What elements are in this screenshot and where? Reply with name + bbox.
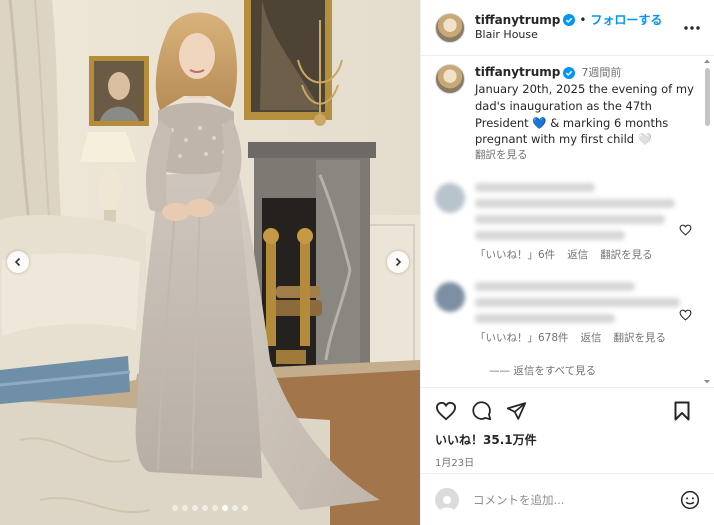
post-photo [0,0,420,525]
post-actions: いいね！35.1万件 1月23日 [421,387,714,525]
blurred-comment-text [475,215,665,225]
carousel-dot [232,505,238,511]
previous-slide-button[interactable] [7,251,29,273]
caption-timestamp[interactable]: 7週間前 [581,65,621,81]
blurred-comment-text [475,199,675,209]
smiley-icon [680,490,700,509]
current-user-avatar [435,487,459,512]
heart-icon [435,401,457,420]
comment-likes-count[interactable]: 「いいね！」678件 [475,330,569,345]
author-avatar[interactable] [435,12,465,43]
scroll-down-icon [704,380,710,384]
emoji-button[interactable] [680,490,700,510]
carousel-dot [222,505,228,511]
user-silhouette-icon [439,495,455,512]
scrollbar-thumb[interactable] [705,68,710,126]
commenter-avatar[interactable] [435,282,465,313]
comment-item: 「いいね！」6件 返信 翻訳を見る [435,183,714,262]
carousel-dot [242,505,248,511]
carousel-dot [192,505,198,511]
location-link[interactable]: Blair House [475,28,682,42]
instagram-post: tiffanytrump • フォローする Blair House tiffan… [0,0,714,525]
commenter-avatar[interactable] [435,183,465,214]
bookmark-icon [674,401,690,420]
post-date[interactable]: 1月23日 [435,454,700,469]
blurred-comment-text [475,282,635,292]
post-caption: tiffanytrump 7週間前 January 20th, 2025 the… [435,64,714,163]
caption-text: January 20th, 2025 the evening of my dad… [475,82,694,147]
share-button[interactable] [506,401,527,421]
chevron-right-icon [395,257,402,267]
next-slide-button[interactable] [387,251,409,273]
caption-username[interactable]: tiffanytrump [475,64,560,81]
blurred-comment-text [475,183,595,193]
add-comment-bar [421,473,714,525]
chevron-left-icon [14,257,21,267]
more-options-button[interactable] [682,18,702,38]
comment-button[interactable] [471,400,492,421]
verified-badge-icon [563,66,576,79]
comment-translate-link[interactable]: 翻訳を見る [600,247,653,262]
carousel-dot [212,505,218,511]
blurred-comment-text [475,231,625,241]
post-side-panel: tiffanytrump • フォローする Blair House tiffan… [420,0,714,525]
caption-translate-link[interactable]: 翻訳を見る [475,148,695,163]
comment-translate-link[interactable]: 翻訳を見る [614,330,667,345]
caption-author-avatar[interactable] [435,64,465,94]
carousel-dot [202,505,208,511]
comment-icon [472,401,492,421]
like-button[interactable] [435,401,457,421]
carousel-indicator [0,505,420,511]
comment-item: 「いいね！」678件 返信 翻訳を見る [435,282,714,345]
comment-reply-button[interactable]: 返信 [581,330,602,345]
comments-list[interactable]: tiffanytrump 7週間前 January 20th, 2025 the… [421,56,714,387]
carousel-dot [182,505,188,511]
comment-likes-count[interactable]: 「いいね！」6件 [475,247,555,262]
author-username[interactable]: tiffanytrump [475,13,560,29]
post-media[interactable] [0,0,420,525]
paper-plane-icon [506,401,527,420]
follow-button[interactable]: フォローする [590,13,662,29]
scroll-up-icon [704,59,710,63]
separator-dot: • [579,12,587,27]
comment-reply-button[interactable]: 返信 [567,247,588,262]
save-button[interactable] [674,401,690,421]
more-horizontal-icon [684,25,700,30]
post-header: tiffanytrump • フォローする Blair House [421,0,714,56]
carousel-dot [172,505,178,511]
likes-count[interactable]: いいね！35.1万件 [435,431,700,448]
view-replies-link[interactable]: —— 返信をすべて見る [489,363,714,378]
verified-badge-icon [563,14,576,27]
comment-input[interactable] [471,491,680,508]
blurred-comment-text [475,314,615,324]
blurred-comment-text [475,298,680,308]
comment-like-heart-icon[interactable] [679,306,692,325]
comment-like-heart-icon[interactable] [679,221,692,240]
